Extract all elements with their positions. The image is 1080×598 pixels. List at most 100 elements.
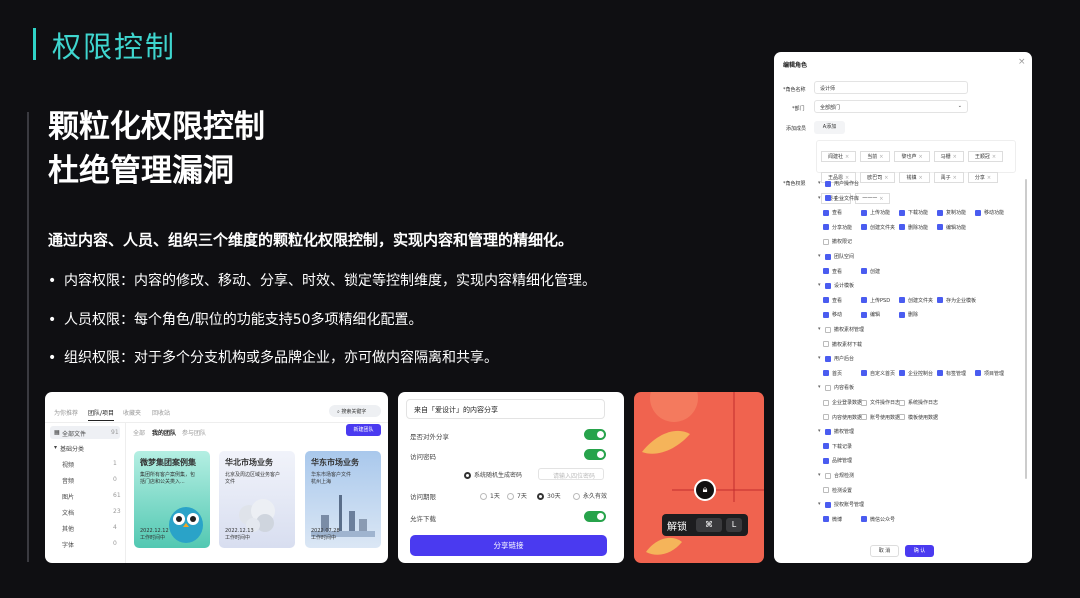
remove-icon[interactable]: × bbox=[953, 175, 957, 181]
permission-checkbox[interactable]: 模板使用数据 bbox=[899, 414, 938, 421]
permission-checkbox[interactable]: 移动功能 bbox=[975, 209, 1004, 216]
remove-icon[interactable]: × bbox=[918, 175, 922, 181]
permission-checkbox[interactable]: 企业文件库 bbox=[825, 195, 859, 202]
remove-icon[interactable]: × bbox=[879, 154, 883, 160]
public-share-toggle[interactable] bbox=[584, 429, 606, 440]
permission-checkbox[interactable]: 创建 bbox=[861, 268, 880, 275]
permission-checkbox[interactable]: 分享功能 bbox=[823, 224, 852, 231]
scrollbar[interactable] bbox=[1025, 179, 1027, 479]
permission-checkbox[interactable]: 创建文件夹 bbox=[899, 297, 933, 304]
permission-checkbox[interactable]: 存为企业模板 bbox=[937, 297, 976, 304]
permission-checkbox[interactable]: 企业登录数据 bbox=[823, 399, 862, 406]
permission-checkbox[interactable]: 微博 bbox=[823, 516, 842, 523]
search-input[interactable]: ⌕ 搜索关键字 bbox=[329, 405, 381, 417]
tree-item-label[interactable]: 视频 bbox=[62, 460, 74, 469]
remove-icon[interactable]: × bbox=[992, 154, 996, 160]
remove-icon[interactable]: × bbox=[884, 175, 888, 181]
confirm-button[interactable]: 确 认 bbox=[905, 545, 934, 557]
permission-checkbox[interactable]: 编辑 bbox=[861, 311, 880, 318]
permission-checkbox[interactable]: 首页 bbox=[823, 370, 842, 377]
permission-checkbox[interactable]: 下载记录 bbox=[823, 443, 852, 450]
lock-icon[interactable]: 🔒︎ bbox=[694, 479, 716, 501]
chevron-down-icon[interactable]: ▾ bbox=[818, 282, 821, 288]
permission-checkbox[interactable]: 账号使用数据 bbox=[861, 414, 900, 421]
permission-checkbox[interactable]: 内容使用数据 bbox=[823, 414, 862, 421]
period-forever[interactable]: 永久有效 bbox=[573, 491, 607, 500]
member-tag[interactable]: 马栅 × bbox=[933, 151, 964, 162]
period-7d[interactable]: 7天 bbox=[507, 491, 527, 500]
chevron-down-icon[interactable]: ▾ bbox=[818, 355, 821, 361]
chevron-down-icon[interactable]: ▾ bbox=[818, 472, 821, 478]
tree-item-label[interactable]: 图片 bbox=[62, 492, 74, 501]
share-title-field[interactable]: 来自「爱设计」的内容分享 bbox=[406, 399, 605, 419]
chevron-down-icon[interactable]: ▾ bbox=[818, 195, 821, 201]
permission-checkbox[interactable]: 查看 bbox=[823, 268, 842, 275]
tab-favorites[interactable]: 收藏夹 bbox=[123, 408, 141, 417]
password-toggle[interactable] bbox=[584, 449, 606, 460]
share-link-button[interactable]: 分享链接 bbox=[410, 535, 607, 556]
remove-icon[interactable]: × bbox=[845, 154, 849, 160]
member-tag[interactable]: 欧巴司 × bbox=[860, 172, 896, 183]
tree-item-label[interactable]: 字体 bbox=[62, 540, 74, 549]
permission-checkbox[interactable]: 设计模板 bbox=[825, 282, 854, 289]
permission-checkbox[interactable]: 复制功能 bbox=[937, 209, 966, 216]
permission-checkbox[interactable]: 删除 bbox=[899, 311, 918, 318]
new-team-button[interactable]: 新建团队 bbox=[346, 424, 381, 436]
chevron-down-icon[interactable]: ▾ bbox=[818, 501, 821, 507]
permission-checkbox[interactable]: 项目管理 bbox=[975, 370, 1004, 377]
permission-checkbox[interactable]: 撤权管理 bbox=[825, 428, 854, 435]
permission-checkbox[interactable]: 下载功能 bbox=[899, 209, 928, 216]
chevron-down-icon[interactable]: ▾ bbox=[818, 180, 821, 186]
custom-password-input[interactable]: 请输入四位密码 bbox=[538, 468, 604, 480]
chevron-down-icon[interactable]: ▾ bbox=[818, 384, 821, 390]
permission-checkbox[interactable]: 撤权限记 bbox=[823, 238, 852, 245]
permission-checkbox[interactable]: 自定义首页 bbox=[861, 370, 895, 377]
team-card[interactable]: 微梦集团案例集 集团所有客户案例集，包 括门店和公关类入... 2022.12.… bbox=[134, 451, 210, 548]
subtab-all[interactable]: 全部 bbox=[133, 428, 145, 437]
permission-checkbox[interactable]: 撤权素材下载 bbox=[823, 341, 862, 348]
random-password-option[interactable]: 系统随机生成密码 bbox=[464, 470, 522, 479]
permission-checkbox[interactable]: 标签管理 bbox=[937, 370, 966, 377]
permission-checkbox[interactable]: 撤权素材管理 bbox=[825, 326, 864, 333]
tree-item-label[interactable]: 其他 bbox=[62, 524, 74, 533]
member-tag[interactable]: 分享 × bbox=[967, 172, 999, 183]
tab-team[interactable]: 团队/项目 bbox=[88, 408, 115, 421]
permission-checkbox[interactable]: 团队空间 bbox=[825, 253, 854, 260]
permission-checkbox[interactable]: 用户操作台 bbox=[825, 180, 859, 187]
cancel-button[interactable]: 取 消 bbox=[870, 545, 899, 557]
permission-checkbox[interactable]: 文件操作日志 bbox=[861, 399, 900, 406]
chevron-down-icon[interactable]: ▾ bbox=[818, 253, 821, 259]
permission-checkbox[interactable]: 上传PSD bbox=[861, 297, 890, 304]
member-tag[interactable]: 闻建社 × bbox=[821, 151, 857, 162]
member-tag[interactable]: 当前 × bbox=[860, 151, 891, 162]
period-30d[interactable]: 30天 bbox=[537, 491, 561, 500]
download-toggle[interactable] bbox=[584, 511, 606, 522]
member-tag[interactable]: 一一一 × bbox=[855, 193, 891, 204]
tree-item-label[interactable]: 文档 bbox=[62, 508, 74, 517]
dept-select[interactable]: 全部部门 ⌄ bbox=[814, 100, 968, 113]
permission-checkbox[interactable]: 查看 bbox=[823, 297, 842, 304]
permission-checkbox[interactable]: 创建文件夹 bbox=[861, 224, 895, 231]
chevron-down-icon[interactable]: ▾ bbox=[818, 428, 821, 434]
permission-checkbox[interactable]: 编辑功能 bbox=[937, 224, 966, 231]
permission-checkbox[interactable]: 企业控制台 bbox=[899, 370, 933, 377]
tab-trash[interactable]: 回收站 bbox=[152, 408, 170, 417]
close-icon[interactable]: × bbox=[1018, 57, 1026, 67]
member-tag[interactable]: 黎也芦 × bbox=[894, 151, 930, 162]
member-tag[interactable]: 禹子 × bbox=[933, 172, 964, 183]
permission-checkbox[interactable]: 查看 bbox=[823, 209, 842, 216]
permission-checkbox[interactable]: 删除功能 bbox=[899, 224, 928, 231]
tab-recommend[interactable]: 为你推荐 bbox=[54, 408, 78, 417]
subtab-mine[interactable]: 我的团队 bbox=[152, 428, 176, 437]
role-name-input[interactable]: 设计师 bbox=[814, 81, 968, 94]
permission-checkbox[interactable]: 上传功能 bbox=[861, 209, 890, 216]
period-1d[interactable]: 1天 bbox=[480, 491, 500, 500]
permission-checkbox[interactable]: 移动 bbox=[823, 311, 842, 318]
subtab-joined[interactable]: 参与团队 bbox=[182, 428, 206, 437]
remove-icon[interactable]: × bbox=[953, 154, 957, 160]
member-tag[interactable]: 钱镇 × bbox=[899, 172, 930, 183]
team-card[interactable]: 华东市场业务 华东市场客户文件 杭州上海 2022.07.28 工作时间中 bbox=[305, 451, 381, 548]
permission-checkbox[interactable]: 微信公众号 bbox=[861, 516, 895, 523]
permission-checkbox[interactable]: 内容看板 bbox=[825, 384, 854, 391]
permission-checkbox[interactable]: 检测设置 bbox=[823, 487, 852, 494]
